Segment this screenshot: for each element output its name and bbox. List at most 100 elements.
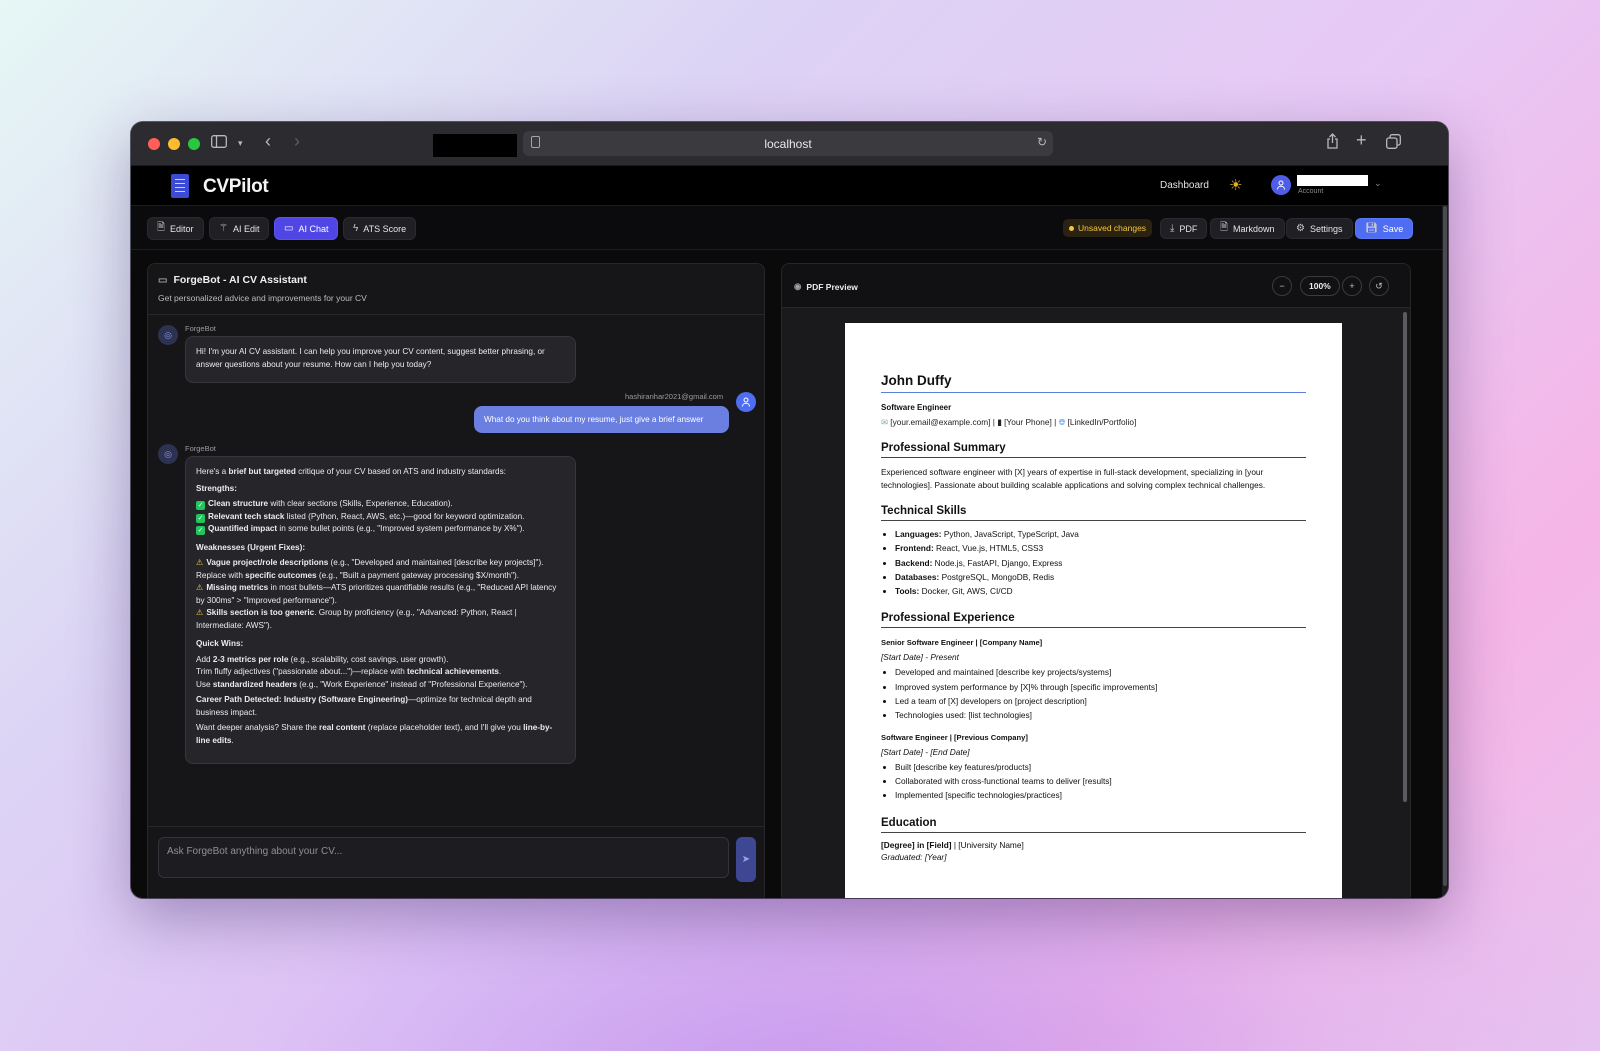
share-icon[interactable]	[1326, 133, 1339, 152]
cv-contact: ✉ [your.email@example.com] | ▮ [Your Pho…	[881, 417, 1306, 428]
save-button[interactable]: 💾︎ Save	[1355, 218, 1414, 239]
app-header: CVPilot Dashboard ☀ Account ⌄	[131, 166, 1448, 206]
zoom-out-button[interactable]: −	[1272, 276, 1292, 296]
warning-icon: ⚠	[196, 583, 204, 592]
tab-ai-chat[interactable]: ▭ AI Chat	[274, 217, 339, 240]
preview-header: ◉ PDF Preview − 100% + ↺	[782, 264, 1410, 308]
url-text: localhost	[764, 136, 812, 151]
cv-phone: [Your Phone] |	[1004, 417, 1057, 427]
save-label: Save	[1382, 223, 1404, 234]
cv-section-experience: Professional Experience	[881, 612, 1306, 629]
editor-toolbar: 🗎 Editor ⚚ AI Edit ▭ AI Chat ϟ ATS Score…	[131, 206, 1448, 250]
cv-job-date: [Start Date] - Present	[881, 652, 959, 663]
email-icon: ✉	[881, 417, 888, 427]
preview-scrollbar[interactable]	[1403, 312, 1407, 802]
avatar[interactable]	[1271, 175, 1291, 195]
zoom-level: 100%	[1300, 276, 1340, 296]
minimize-window-button[interactable]	[168, 137, 180, 150]
browser-window: ▾ ‹ › localhost ↻ + CVPilot Dashboard ☀ …	[131, 122, 1448, 898]
cv-job-title: Software Engineer | [Previous Company]	[881, 732, 1028, 742]
cv-role: Software Engineer	[881, 403, 952, 412]
address-bar[interactable]: localhost ↻	[523, 131, 1053, 156]
list-item: ⚠ Skills section is too generic. Group by…	[196, 608, 517, 630]
export-pdf-button[interactable]: ⤓ PDF	[1160, 218, 1208, 239]
bolt-icon: ϟ	[353, 223, 359, 234]
nav-dashboard-link[interactable]: Dashboard	[1160, 180, 1209, 191]
back-icon[interactable]: ‹	[265, 131, 271, 152]
globe-icon: 🌐︎	[1058, 417, 1066, 427]
list-item: Led a team of [X] developers on [project…	[895, 694, 1306, 708]
user-message: What do you think about my resume, just …	[474, 406, 729, 433]
list-item: Databases: PostgreSQL, MongoDB, Redis	[895, 570, 1306, 584]
preview-canvas[interactable]: John Duffy Software Engineer ✉ [your.ema…	[782, 308, 1410, 898]
chat-input[interactable]: Ask ForgeBot anything about your CV...	[158, 837, 729, 878]
chat-icon: ▭	[158, 274, 168, 286]
close-window-button[interactable]	[148, 137, 160, 150]
bot-message-critique: Here's a brief but targeted critique of …	[185, 456, 576, 764]
cv-name: John Duffy	[881, 373, 1306, 393]
status-dot-icon	[1069, 225, 1074, 231]
reload-icon[interactable]: ↻	[1037, 135, 1047, 149]
markdown-label: Markdown	[1233, 223, 1275, 234]
page-icon	[531, 136, 540, 148]
reset-zoom-button[interactable]: ↺	[1369, 276, 1389, 296]
account-label: Account	[1298, 188, 1324, 195]
cv-job-date: [Start Date] - [End Date]	[881, 746, 970, 757]
weaknesses-heading: Weaknesses (Urgent Fixes):	[196, 542, 306, 552]
send-icon: ➤	[741, 854, 751, 865]
forward-icon[interactable]: ›	[294, 131, 300, 152]
check-icon: ✓	[196, 526, 205, 535]
chat-title-text: ForgeBot - AI CV Assistant	[173, 274, 307, 286]
tab-ai-chat-label: AI Chat	[298, 223, 329, 234]
cv-degree: [Degree] in [Field] | [University Name]	[881, 839, 1024, 850]
list-item: Developed and maintained [describe key p…	[895, 665, 1306, 679]
chat-icon: ▭	[284, 223, 294, 234]
account-menu-chevron-icon[interactable]: ⌄	[1374, 178, 1382, 189]
save-icon: 💾︎	[1365, 223, 1378, 234]
list-item: Implemented [specific technologies/pract…	[895, 788, 1306, 802]
download-icon: ⤓	[1170, 223, 1175, 234]
career-path: Career Path Detected: Industry (Software…	[196, 695, 532, 717]
greeting-text: Hi! I'm your AI CV assistant. I can help…	[196, 347, 545, 369]
check-icon: ✓	[196, 501, 205, 510]
tab-overview-icon[interactable]	[1386, 134, 1401, 152]
page-scrollbar[interactable]	[1442, 206, 1448, 896]
browser-toolbar: ▾ ‹ › localhost ↻ +	[131, 122, 1448, 166]
strengths-heading: Strengths:	[196, 483, 237, 493]
cv-link: [LinkedIn/Portfolio]	[1067, 417, 1137, 427]
gear-icon: ⚙	[1296, 223, 1305, 234]
brand-name[interactable]: CVPilot	[203, 176, 269, 198]
pdf-preview-panel: ◉ PDF Preview − 100% + ↺ John Duffy Soft…	[781, 263, 1411, 898]
tab-ats-score-label: ATS Score	[363, 223, 407, 234]
page-scrollbar-thumb[interactable]	[1443, 206, 1447, 886]
check-icon: ✓	[196, 513, 205, 523]
user-email: hashiranhar2021@gmail.com	[625, 392, 724, 401]
tab-ats-score[interactable]: ϟ ATS Score	[343, 217, 417, 240]
bot-message-greeting: Hi! I'm your AI CV assistant. I can help…	[185, 336, 576, 383]
new-tab-icon[interactable]: +	[1356, 130, 1367, 151]
sidebar-toggle-icon[interactable]	[211, 135, 227, 151]
list-item: Improved system performance by [X]% thro…	[895, 680, 1306, 694]
account-name-redacted[interactable]	[1297, 175, 1368, 186]
chat-header: ▭ ForgeBot - AI CV Assistant Get persona…	[148, 264, 764, 315]
send-button[interactable]: ➤	[736, 837, 756, 882]
quick-wins-heading: Quick Wins:	[196, 639, 244, 648]
document-icon: 🗎	[157, 222, 166, 233]
unsaved-changes-badge: Unsaved changes	[1063, 219, 1153, 237]
maximize-window-button[interactable]	[188, 137, 200, 150]
theme-toggle-sun-icon[interactable]: ☀	[1229, 176, 1242, 194]
zoom-in-button[interactable]: +	[1342, 276, 1362, 296]
list-item: ⚠ Missing metrics in most bullets—ATS pri…	[196, 583, 557, 605]
chat-subtitle: Get personalized advice and improvements…	[158, 293, 367, 303]
list-item: Languages: Python, JavaScript, TypeScrip…	[895, 527, 1306, 541]
tab-ai-edit[interactable]: ⚚ AI Edit	[209, 217, 270, 240]
chevron-down-icon[interactable]: ▾	[238, 138, 243, 149]
list-item: Technologies used: [list technologies]	[895, 708, 1306, 722]
cv-page: John Duffy Software Engineer ✉ [your.ema…	[845, 323, 1342, 898]
tab-editor[interactable]: 🗎 Editor	[147, 217, 204, 240]
export-markdown-button[interactable]: 🗎 Markdown	[1210, 218, 1285, 239]
reset-icon: ↺	[1375, 281, 1383, 291]
bot-name: ForgeBot	[185, 444, 216, 453]
window-controls	[148, 137, 200, 150]
settings-button[interactable]: ⚙ Settings	[1286, 218, 1353, 239]
